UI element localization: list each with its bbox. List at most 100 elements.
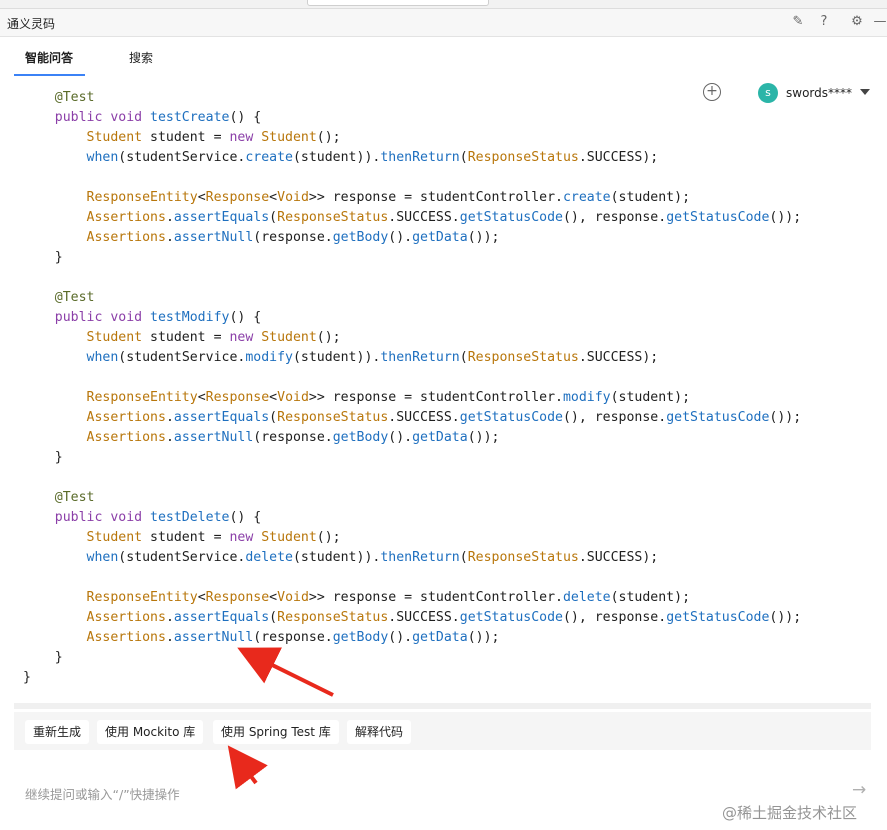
code-token: () { <box>229 510 262 525</box>
gear-icon[interactable]: ⚙ <box>849 14 865 30</box>
code-token: } <box>23 670 31 685</box>
code-token: student = <box>142 530 230 545</box>
code-token: Assertions <box>86 210 166 225</box>
code-line: Assertions.assertEquals(ResponseStatus.S… <box>23 608 802 628</box>
code-token: Assertions <box>86 410 166 425</box>
code-token: >> response = studentController. <box>308 590 563 605</box>
code-token: ResponseEntity <box>86 590 198 605</box>
code-token: (response. <box>253 630 333 645</box>
explain-code-button[interactable]: 解释代码 <box>347 720 412 744</box>
code-token: (student); <box>610 390 691 405</box>
scrollbar[interactable] <box>881 82 886 702</box>
code-token: ResponseEntity <box>86 390 198 405</box>
code-line: public void testDelete() { <box>23 508 261 528</box>
code-token: (); <box>316 130 341 145</box>
code-line: when(studentService.modify(student)).the… <box>23 348 659 368</box>
code-token: () { <box>229 310 262 325</box>
code-token: getStatusCode <box>666 410 770 425</box>
code-token: getData <box>412 630 468 645</box>
tab-bar: 智能问答 搜索 + s swords**** <box>0 37 887 103</box>
code-token: getStatusCode <box>666 610 770 625</box>
code-token: ()); <box>769 410 802 425</box>
code-token: Assertions <box>86 630 166 645</box>
code-token: getStatusCode <box>459 610 563 625</box>
code-token: ResponseStatus <box>277 210 389 225</box>
divider <box>14 703 871 709</box>
code-token: < <box>197 390 206 405</box>
code-token: testModify <box>150 310 230 325</box>
use-spring-test-button[interactable]: 使用 Spring Test 库 <box>213 720 339 744</box>
tab-smart-qa[interactable]: 智能问答 <box>25 49 73 66</box>
code-token: testDelete <box>150 510 230 525</box>
code-token: (), response. <box>562 410 667 425</box>
code-token: when <box>86 550 119 565</box>
code-token: @Test <box>54 490 95 505</box>
code-line: } <box>23 668 31 688</box>
code-token: ()); <box>769 610 802 625</box>
code-token: < <box>269 190 278 205</box>
code-token: delete <box>562 590 611 605</box>
address-bar-edge <box>307 0 489 6</box>
code-token: ()); <box>467 230 500 245</box>
code-token: student = <box>142 130 230 145</box>
help-icon[interactable]: ? <box>816 14 832 30</box>
code-line: Student student = new Student(); <box>23 128 341 148</box>
code-token: (student); <box>610 190 691 205</box>
code-token: Assertions <box>86 430 166 445</box>
code-token: Void <box>277 190 309 205</box>
code-token: new <box>229 530 262 545</box>
code-token: public void <box>54 310 151 325</box>
code-line: } <box>23 248 63 268</box>
code-token: assertNull <box>173 630 254 645</box>
code-token: thenReturn <box>380 150 460 165</box>
code-token: assertNull <box>173 430 254 445</box>
code-token: Student <box>261 130 317 145</box>
code-token: assertEquals <box>173 610 270 625</box>
use-mockito-button[interactable]: 使用 Mockito 库 <box>97 720 204 744</box>
code-token: create <box>245 150 293 165</box>
code-token: Response <box>205 190 270 205</box>
code-token: (). <box>388 230 413 245</box>
code-token: getData <box>412 230 468 245</box>
code-token: thenReturn <box>380 550 460 565</box>
edit-icon[interactable]: ✎ <box>790 14 806 30</box>
code-token: getStatusCode <box>459 410 563 425</box>
code-token: < <box>197 190 206 205</box>
code-token: when <box>86 350 119 365</box>
code-token: Student <box>86 530 143 545</box>
code-token: ()); <box>467 430 500 445</box>
code-token: . <box>165 410 174 425</box>
code-line: @Test <box>23 288 95 308</box>
code-token: when <box>86 150 119 165</box>
code-token: < <box>269 590 278 605</box>
code-token: < <box>269 390 278 405</box>
regenerate-button[interactable]: 重新生成 <box>25 720 90 744</box>
code-token: . <box>165 210 174 225</box>
code-token: (), response. <box>562 210 667 225</box>
code-token: create <box>562 190 611 205</box>
code-token: ()); <box>769 210 802 225</box>
code-token: . <box>165 630 174 645</box>
send-arrow-icon[interactable]: → <box>852 780 866 800</box>
code-token: ResponseStatus <box>467 350 579 365</box>
code-line: Assertions.assertNull(response.getBody()… <box>23 228 500 248</box>
input-placeholder: 继续提问或输入“/”快捷操作 <box>25 787 180 802</box>
code-token: (response. <box>253 430 333 445</box>
code-token: < <box>197 590 206 605</box>
code-token: assertEquals <box>173 210 270 225</box>
code-token: . <box>165 230 174 245</box>
minimize-icon[interactable]: — <box>872 14 887 30</box>
code-token: . <box>165 610 174 625</box>
code-token: >> response = studentController. <box>308 390 563 405</box>
tab-search[interactable]: 搜索 <box>129 49 153 66</box>
code-token: modify <box>245 350 293 365</box>
